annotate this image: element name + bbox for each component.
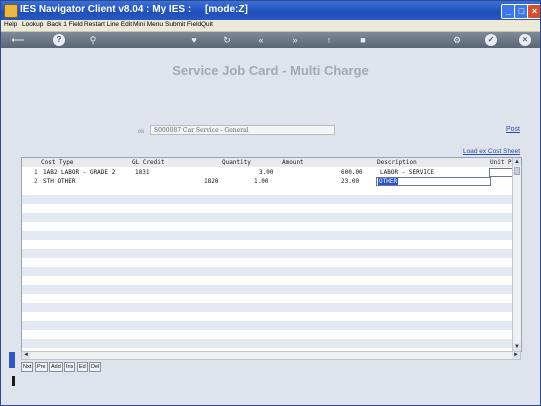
back-icon[interactable]: ⟵ bbox=[7, 34, 29, 46]
left-indicator bbox=[9, 352, 15, 368]
empty-row bbox=[22, 231, 513, 240]
cell-unit-price[interactable] bbox=[489, 168, 513, 177]
scroll-right-icon[interactable]: ► bbox=[512, 352, 520, 359]
col-description: Description bbox=[377, 159, 417, 166]
col-amount: Amount bbox=[282, 159, 304, 166]
cell-quantity[interactable]: 3.00 bbox=[259, 169, 273, 176]
post-link[interactable]: Post bbox=[506, 126, 520, 133]
close-button[interactable]: × bbox=[527, 4, 540, 19]
table-row[interactable]: 2 STH OTHER 1820 1.00 23.00 OTHER bbox=[22, 177, 513, 186]
cell-description[interactable]: OTHER bbox=[378, 178, 399, 185]
empty-row bbox=[22, 321, 513, 330]
empty-row bbox=[22, 339, 513, 348]
scroll-up-icon[interactable]: ▲ bbox=[513, 158, 521, 166]
next-button[interactable]: Nxt bbox=[21, 362, 34, 372]
menu-mini-menu[interactable]: Mini Menu bbox=[133, 21, 163, 28]
menu-bar: Help Lookup Back 1 Field Restart Line Ed… bbox=[1, 20, 540, 32]
scroll-thumb[interactable] bbox=[514, 167, 520, 175]
cell-cost-type[interactable]: STH OTHER bbox=[43, 178, 76, 185]
empty-row bbox=[22, 267, 513, 276]
title-bar: IES Navigator Client v8.04 : My IES : [m… bbox=[1, 1, 540, 20]
search-icon[interactable]: ⚲ bbox=[87, 34, 99, 46]
empty-row bbox=[22, 303, 513, 312]
check-icon[interactable]: ✓ bbox=[485, 34, 497, 46]
col-gl-credit: GL Credit bbox=[132, 159, 165, 166]
empty-row bbox=[22, 285, 513, 294]
menu-quit[interactable]: Quit bbox=[201, 21, 213, 28]
previous-button[interactable]: Pre bbox=[35, 362, 48, 372]
heart-icon[interactable]: ♥ bbox=[188, 34, 200, 46]
cell-cost-type[interactable]: 1AB2 LABOR - GRADE 2 bbox=[43, 169, 115, 176]
gear-icon[interactable]: ⚙ bbox=[451, 34, 463, 46]
cell-quantity[interactable]: 1.00 bbox=[254, 178, 268, 185]
job-card-field[interactable]: S000087 Car Service - General bbox=[150, 125, 335, 135]
up-icon[interactable]: ↑ bbox=[323, 34, 335, 46]
horizontal-scrollbar[interactable]: ◄ ► bbox=[21, 351, 521, 360]
help-icon[interactable]: ? bbox=[53, 34, 65, 46]
cell-description[interactable]: LABOR - SERVICE bbox=[380, 169, 434, 176]
scroll-left-icon[interactable]: ◄ bbox=[22, 352, 30, 359]
menu-restart-line-edit[interactable]: Restart Line Edit bbox=[84, 21, 132, 28]
app-icon bbox=[4, 4, 18, 18]
empty-row bbox=[22, 249, 513, 258]
edit-button[interactable]: Ed bbox=[77, 362, 88, 372]
left-indicator-bar bbox=[12, 376, 15, 386]
row-number: 1 bbox=[34, 169, 38, 176]
rewind-icon[interactable]: « bbox=[255, 34, 267, 46]
job-prefix-label: ON bbox=[138, 129, 145, 135]
refresh-icon[interactable]: ↻ bbox=[221, 34, 233, 46]
menu-submit-field[interactable]: Submit Field bbox=[165, 21, 201, 28]
insert-button[interactable]: Ins bbox=[64, 362, 76, 372]
app-window: IES Navigator Client v8.04 : My IES : [m… bbox=[0, 0, 541, 406]
cell-gl-credit[interactable]: 1831 bbox=[135, 169, 149, 176]
cell-amount[interactable]: 600.00 bbox=[341, 169, 363, 176]
menu-lookup[interactable]: Lookup bbox=[22, 21, 43, 28]
cell-amount[interactable]: 23.00 bbox=[341, 178, 359, 185]
vertical-scrollbar[interactable]: ▲ ▼ bbox=[512, 158, 521, 351]
close-icon[interactable]: × bbox=[519, 34, 531, 46]
toolbar: ⟵ ? ⚲ ♥ ↻ « » ↑ ■ ⚙ ✓ × bbox=[1, 32, 540, 48]
menu-help[interactable]: Help bbox=[4, 21, 17, 28]
stop-icon[interactable]: ■ bbox=[357, 34, 369, 46]
window-title: IES Navigator Client v8.04 : My IES : [m… bbox=[20, 4, 248, 15]
col-unit-price: Unit P bbox=[490, 159, 512, 166]
col-quantity: Quantity bbox=[222, 159, 251, 166]
load-cost-sheet-link[interactable]: Load ex Cost Sheet bbox=[463, 148, 520, 155]
delete-button[interactable]: Del bbox=[89, 362, 102, 372]
empty-row bbox=[22, 213, 513, 222]
table-row[interactable]: 1 1AB2 LABOR - GRADE 2 1831 3.00 600.00 … bbox=[22, 168, 513, 177]
fast-forward-icon[interactable]: » bbox=[289, 34, 301, 46]
charge-grid: Cost Type GL Credit Quantity Amount Desc… bbox=[21, 157, 522, 352]
menu-back-1-field[interactable]: Back 1 Field bbox=[47, 21, 83, 28]
page-title: Service Job Card - Multi Charge bbox=[172, 63, 369, 78]
cell-gl-credit[interactable]: 1820 bbox=[204, 178, 218, 185]
row-number: 2 bbox=[34, 178, 38, 185]
scroll-down-icon[interactable]: ▼ bbox=[513, 343, 521, 351]
add-button[interactable]: Add bbox=[49, 362, 63, 372]
empty-row bbox=[22, 195, 513, 204]
col-cost-type: Cost Type bbox=[41, 159, 74, 166]
grid-header: Cost Type GL Credit Quantity Amount Desc… bbox=[22, 158, 513, 167]
